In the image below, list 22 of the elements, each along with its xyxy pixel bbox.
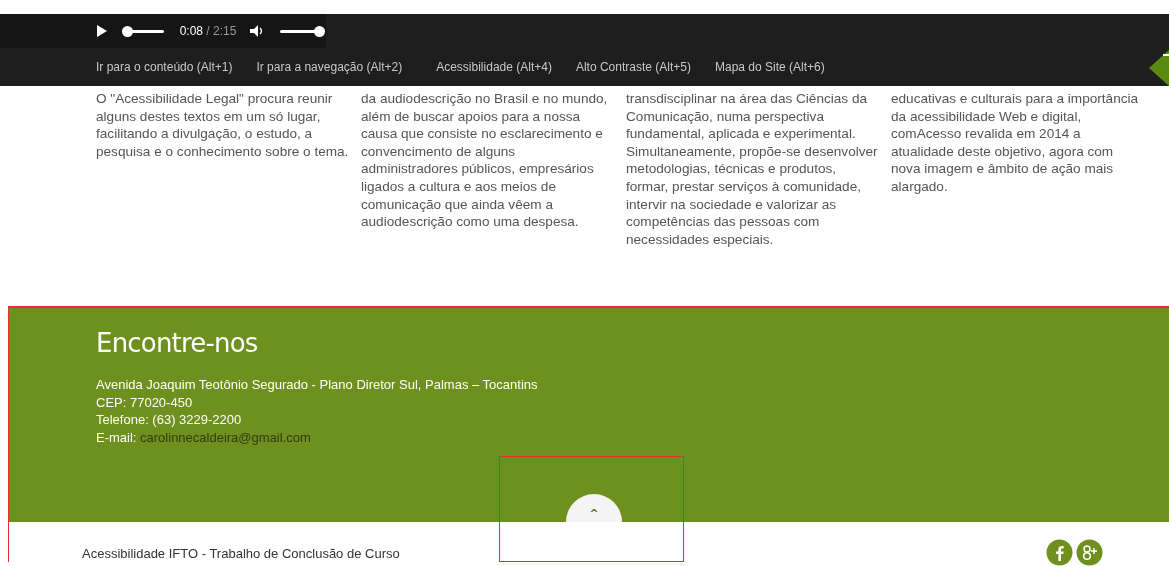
contact-line: Telefone: (63) 3229-2200: [96, 411, 243, 429]
nav-link[interactable]: Alto Contraste (Alt+5): [575, 60, 691, 74]
arrow-icon[interactable]: [1149, 50, 1169, 86]
section-title: Encontre-nos: [96, 328, 259, 358]
email-label: E-mail:: [96, 429, 138, 445]
back-to-top-button[interactable]: ^: [566, 494, 622, 522]
contact-line: Avenida Joaquim Teotônio Segurado - Plano Diretor Sul, Palmas – Tocantins: [96, 376, 539, 394]
contact-line: CEP: 77020-450: [96, 393, 194, 411]
paragraph: da audiodescrição no Brasil e no mundo, além de buscar apoios para a nossa causa que consiste no esclarecimento e convencimento de alguns administradores públicos, empresários ligados a cultura e aos meios de comunicação que ainda vêem a audiodescrição como uma despesa.: [361, 90, 609, 232]
facebook-icon[interactable]: [1046, 538, 1073, 566]
nav-link[interactable]: Ir para a navegação (Alt+2): [256, 60, 403, 74]
time-display: 0:08 / 2:15: [179, 24, 237, 38]
paragraph: educativas e culturais para a importância da acessibilidade Web e digital, comAcesso revalida em 2014 a atualidade deste objetivo, agora com nova imagem e âmbito de ação mais alargado.: [891, 90, 1140, 196]
nav-link[interactable]: Acessibilidade (Alt+4): [436, 60, 552, 74]
nav-link[interactable]: Ir para o conteúdo (Alt+1): [96, 60, 233, 74]
nav-link[interactable]: Mapa do Site (Alt+6): [715, 60, 825, 74]
play-button[interactable]: [96, 24, 108, 38]
paragraph: O "Acessibilidade Legal" procura reunir alguns destes textos em um só lugar, facilitando a divulgação, o estudo, a pesquisa e o conhecimento sobre o tema.: [96, 90, 350, 161]
paragraph: transdisciplinar na área das Ciências da Comunicação, numa perspectiva fundamental, aplicada e experimental. Simultaneamente, propõe-se desenvolver metodologias, técnicas e produtos, formar, prestar serviços à comunidade, intervir na sociedade e valorizar as competências das pessoas com necessidades especiais.: [626, 90, 879, 249]
footer-text: Acessibilidade IFTO - Trabalho de Conclusão de Curso: [82, 545, 400, 561]
speaker-icon[interactable]: [250, 25, 265, 37]
google-plus-icon[interactable]: [1076, 538, 1103, 566]
